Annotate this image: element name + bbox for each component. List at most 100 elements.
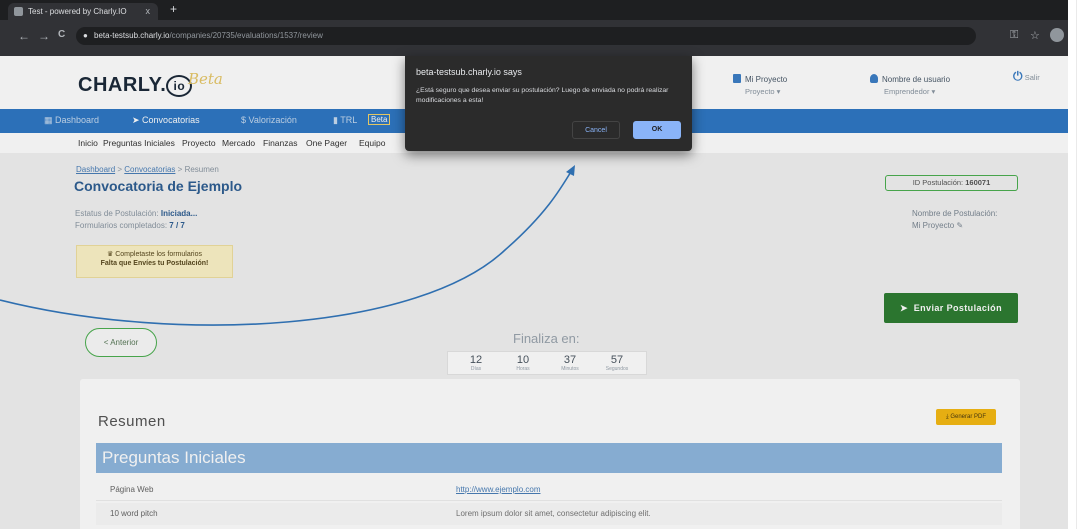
tab-close-icon[interactable]: x bbox=[146, 3, 151, 20]
timer-minutes-label: Minutos bbox=[561, 366, 579, 372]
nav-trl-label: TRL bbox=[340, 115, 358, 125]
url-field[interactable]: ● beta-testsub.charly.io/companies/20735… bbox=[76, 27, 976, 45]
subnav-preguntas[interactable]: Preguntas Iniciales bbox=[103, 138, 175, 148]
new-tab-button[interactable]: + bbox=[170, 2, 177, 16]
countdown-timer: 12 Días 10 Horas 37 Minutos 57 Segundos bbox=[447, 351, 647, 375]
logout-label: Salir bbox=[1024, 73, 1040, 82]
url-path: /companies/20735/evaluations/1537/review bbox=[169, 31, 323, 40]
logo-text: CHARLY. bbox=[78, 74, 167, 96]
ok-button[interactable]: OK bbox=[633, 121, 681, 139]
nom-label: Nombre de Postulación: bbox=[912, 209, 998, 218]
tab-title: Test - powered by Charly.IO bbox=[28, 7, 127, 16]
confirm-dialog: beta-testsub.charly.io says ¿Está seguro… bbox=[405, 56, 692, 151]
browser-window: Test - powered by Charly.IO x + ← → C ● … bbox=[0, 0, 1068, 529]
project-label: Mi Proyecto bbox=[745, 75, 788, 84]
nav-dashboard-label: Dashboard bbox=[55, 115, 100, 125]
timer-days-value: 12 bbox=[469, 354, 483, 366]
previous-button[interactable]: < Anterior bbox=[85, 328, 157, 357]
timer-seconds: 57 Segundos bbox=[597, 354, 637, 372]
nav-convocatorias[interactable]: ➤ Convocatorias bbox=[132, 115, 200, 126]
user-label: Nombre de usuario bbox=[882, 75, 951, 84]
address-bar: ← → C ● beta-testsub.charly.io/companies… bbox=[0, 20, 1068, 56]
subnav-mercado[interactable]: Mercado bbox=[222, 138, 255, 148]
timer-days-label: Días bbox=[470, 366, 482, 372]
nav-dashboard[interactable]: ▦ Dashboard bbox=[44, 115, 99, 126]
summary-title: Resumen bbox=[98, 413, 166, 430]
table-row: 10 word pitch Lorem ipsum dolor sit amet… bbox=[96, 503, 1002, 525]
crumb-current: Resumen bbox=[184, 165, 219, 174]
project-sub: Proyecto ▾ bbox=[745, 87, 781, 96]
send-postulation-button[interactable]: ➤ Enviar Postulación bbox=[884, 293, 1018, 323]
dashboard-icon: ▦ bbox=[44, 115, 56, 125]
logout-button[interactable]: ⏻ Salir bbox=[1013, 70, 1040, 84]
subnav-inicio[interactable]: Inicio bbox=[78, 138, 98, 148]
section-header: Preguntas Iniciales bbox=[96, 443, 1002, 473]
forms-label: Formularios completados: bbox=[75, 221, 168, 230]
dialog-title: beta-testsub.charly.io says bbox=[416, 67, 522, 77]
row-link[interactable]: http://www.ejemplo.com bbox=[456, 479, 540, 501]
nav-trl[interactable]: ▮ TRL bbox=[333, 115, 357, 126]
tab-bar: Test - powered by Charly.IO x + bbox=[0, 0, 1068, 20]
reload-icon[interactable]: C bbox=[58, 29, 65, 40]
beta-script-label: Beta bbox=[188, 70, 223, 88]
key-icon[interactable]: ⚿ bbox=[1010, 29, 1018, 42]
bookmark-star-icon[interactable]: ☆ bbox=[1030, 29, 1040, 42]
pdf-label: Generar PDF bbox=[950, 414, 986, 420]
crumb-separator: > bbox=[177, 165, 183, 174]
right-margin-line bbox=[1076, 0, 1077, 529]
profile-avatar-icon[interactable] bbox=[1050, 28, 1064, 42]
nav-beta-badge: Beta bbox=[368, 114, 391, 125]
user-sub: Emprendedor ▾ bbox=[884, 87, 936, 96]
trophy-icon: ♛ bbox=[107, 251, 116, 258]
nom-value: Mi Proyecto bbox=[912, 221, 955, 230]
charly-logo[interactable]: CHARLY. io bbox=[78, 74, 193, 97]
postulation-id-badge: ID Postulación: 160071 bbox=[885, 175, 1018, 191]
pencil-icon[interactable]: ✎ bbox=[956, 221, 963, 230]
back-icon[interactable]: ← bbox=[18, 29, 30, 43]
postulation-name: Nombre de Postulación: Mi Proyecto ✎ bbox=[912, 208, 997, 232]
status-label: Estatus de Postulación: bbox=[75, 209, 159, 218]
timer-minutes: 37 Minutos bbox=[550, 354, 590, 372]
deadline-label: Finaliza en: bbox=[513, 331, 580, 346]
crumb-convocatorias[interactable]: Convocatorias bbox=[124, 165, 175, 174]
url-host: beta-testsub.charly.io bbox=[94, 31, 170, 40]
subnav-finanzas[interactable]: Finanzas bbox=[263, 138, 298, 148]
status-block: Estatus de Postulación: Iniciada... Form… bbox=[75, 208, 197, 232]
timer-seconds-value: 57 bbox=[610, 354, 624, 366]
nav-valorizacion[interactable]: $ Valorización bbox=[241, 115, 297, 125]
forward-icon[interactable]: → bbox=[38, 29, 50, 43]
table-row: Página Web http://www.ejemplo.com bbox=[96, 479, 1002, 501]
power-icon: ⏻ bbox=[1013, 69, 1023, 83]
user-icon bbox=[870, 74, 878, 83]
nav-convocatorias-label: Convocatorias bbox=[142, 115, 200, 125]
subnav-one-pager[interactable]: One Pager bbox=[306, 138, 347, 148]
user-menu[interactable]: Nombre de usuario Emprendedor ▾ bbox=[870, 74, 950, 98]
browser-tab[interactable]: Test - powered by Charly.IO x bbox=[8, 3, 158, 20]
crumb-dashboard[interactable]: Dashboard bbox=[76, 165, 115, 174]
dialog-message: ¿Está seguro que desea enviar su postula… bbox=[416, 87, 669, 104]
timer-days: 12 Días bbox=[456, 354, 496, 372]
timer-hours: 10 Horas bbox=[503, 354, 543, 372]
send-plane-icon: ➤ bbox=[900, 303, 914, 313]
page-title: Convocatoria de Ejemplo bbox=[74, 178, 243, 194]
timer-hours-value: 10 bbox=[516, 354, 530, 366]
favicon-icon bbox=[14, 7, 23, 16]
row-value: Lorem ipsum dolor sit amet, consectetur … bbox=[456, 509, 651, 518]
summary-card: Resumen ⤓ Generar PDF Preguntas Iniciale… bbox=[80, 379, 1020, 529]
timer-hours-label: Horas bbox=[516, 366, 530, 372]
right-margin bbox=[1068, 0, 1088, 529]
project-menu[interactable]: Mi Proyecto Proyecto ▾ bbox=[733, 74, 787, 98]
building-icon bbox=[733, 74, 741, 83]
generate-pdf-button[interactable]: ⤓ Generar PDF bbox=[936, 409, 996, 425]
subnav-equipo[interactable]: Equipo bbox=[359, 138, 385, 148]
lock-icon: ● bbox=[83, 31, 88, 40]
completion-notice: ♛ Completaste los formularios Falta que … bbox=[76, 245, 233, 278]
page-content: Dashboard > Convocatorias > Resumen Conv… bbox=[0, 153, 1068, 529]
subnav-proyecto[interactable]: Proyecto bbox=[182, 138, 216, 148]
breadcrumb: Dashboard > Convocatorias > Resumen bbox=[76, 165, 219, 174]
timer-seconds-label: Segundos bbox=[605, 366, 629, 372]
id-label: ID Postulación: bbox=[912, 178, 964, 187]
megaphone-icon: ➤ bbox=[132, 115, 143, 125]
timer-minutes-value: 37 bbox=[563, 354, 577, 366]
cancel-button[interactable]: Cancel bbox=[572, 121, 620, 139]
